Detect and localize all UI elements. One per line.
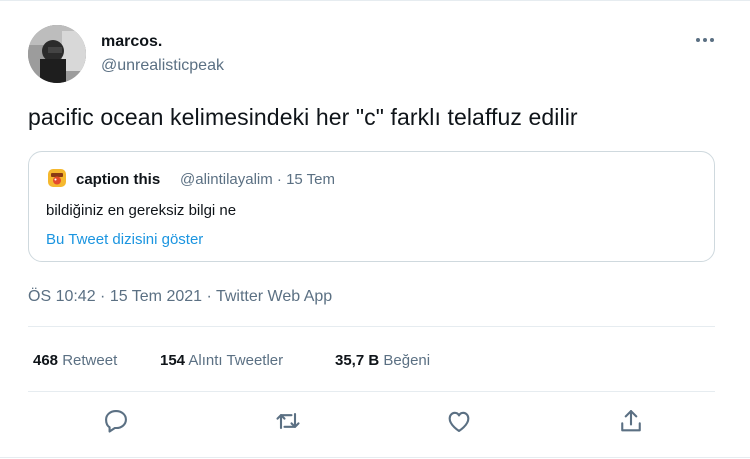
quoted-tweet-card[interactable]: caption this @alintilayalim · 15 Tem bil… [28, 151, 715, 262]
quote-count: 154 [160, 352, 186, 369]
quote-stat[interactable]: 154 Alıntı Tweetler [160, 352, 283, 369]
tweet-timestamp[interactable]: ÖS 10:42 · 15 Tem 2021 · Twitter Web App [28, 288, 332, 306]
divider [28, 391, 715, 392]
divider [28, 326, 715, 327]
retweet-label: Retweet [62, 352, 118, 369]
retweet-count: 468 [33, 352, 59, 369]
quoted-tweet-text: bildiğiniz en gereksiz bilgi ne [46, 202, 237, 219]
quoted-author-name[interactable]: caption this [76, 171, 160, 188]
avatar-photo-icon [28, 25, 86, 83]
tweet-text: pacific ocean kelimesindeki her "c" fark… [28, 104, 578, 130]
like-count: 35,7 B [335, 352, 380, 369]
more-options-icon[interactable] [691, 30, 719, 50]
quote-label: Alıntı Tweetler [188, 352, 284, 369]
like-label: Beğeni [383, 352, 431, 369]
author-name[interactable]: marcos. [101, 33, 162, 51]
quoted-author-handle[interactable]: @alintilayalim · 15 Tem [180, 171, 335, 188]
top-border [0, 0, 750, 1]
like-icon[interactable] [445, 407, 473, 435]
show-thread-link[interactable]: Bu Tweet dizisini göster [46, 231, 203, 248]
retweet-icon[interactable] [274, 407, 302, 435]
author-handle[interactable]: @unrealisticpeak [101, 57, 224, 75]
retweet-stat[interactable]: 468 Retweet [33, 352, 117, 369]
author-avatar[interactable] [28, 25, 86, 83]
quoted-avatar-icon [47, 168, 67, 188]
share-icon[interactable] [617, 407, 645, 435]
like-stat[interactable]: 35,7 B Beğeni [335, 352, 430, 369]
bottom-border [0, 457, 750, 458]
reply-icon[interactable] [102, 407, 130, 435]
